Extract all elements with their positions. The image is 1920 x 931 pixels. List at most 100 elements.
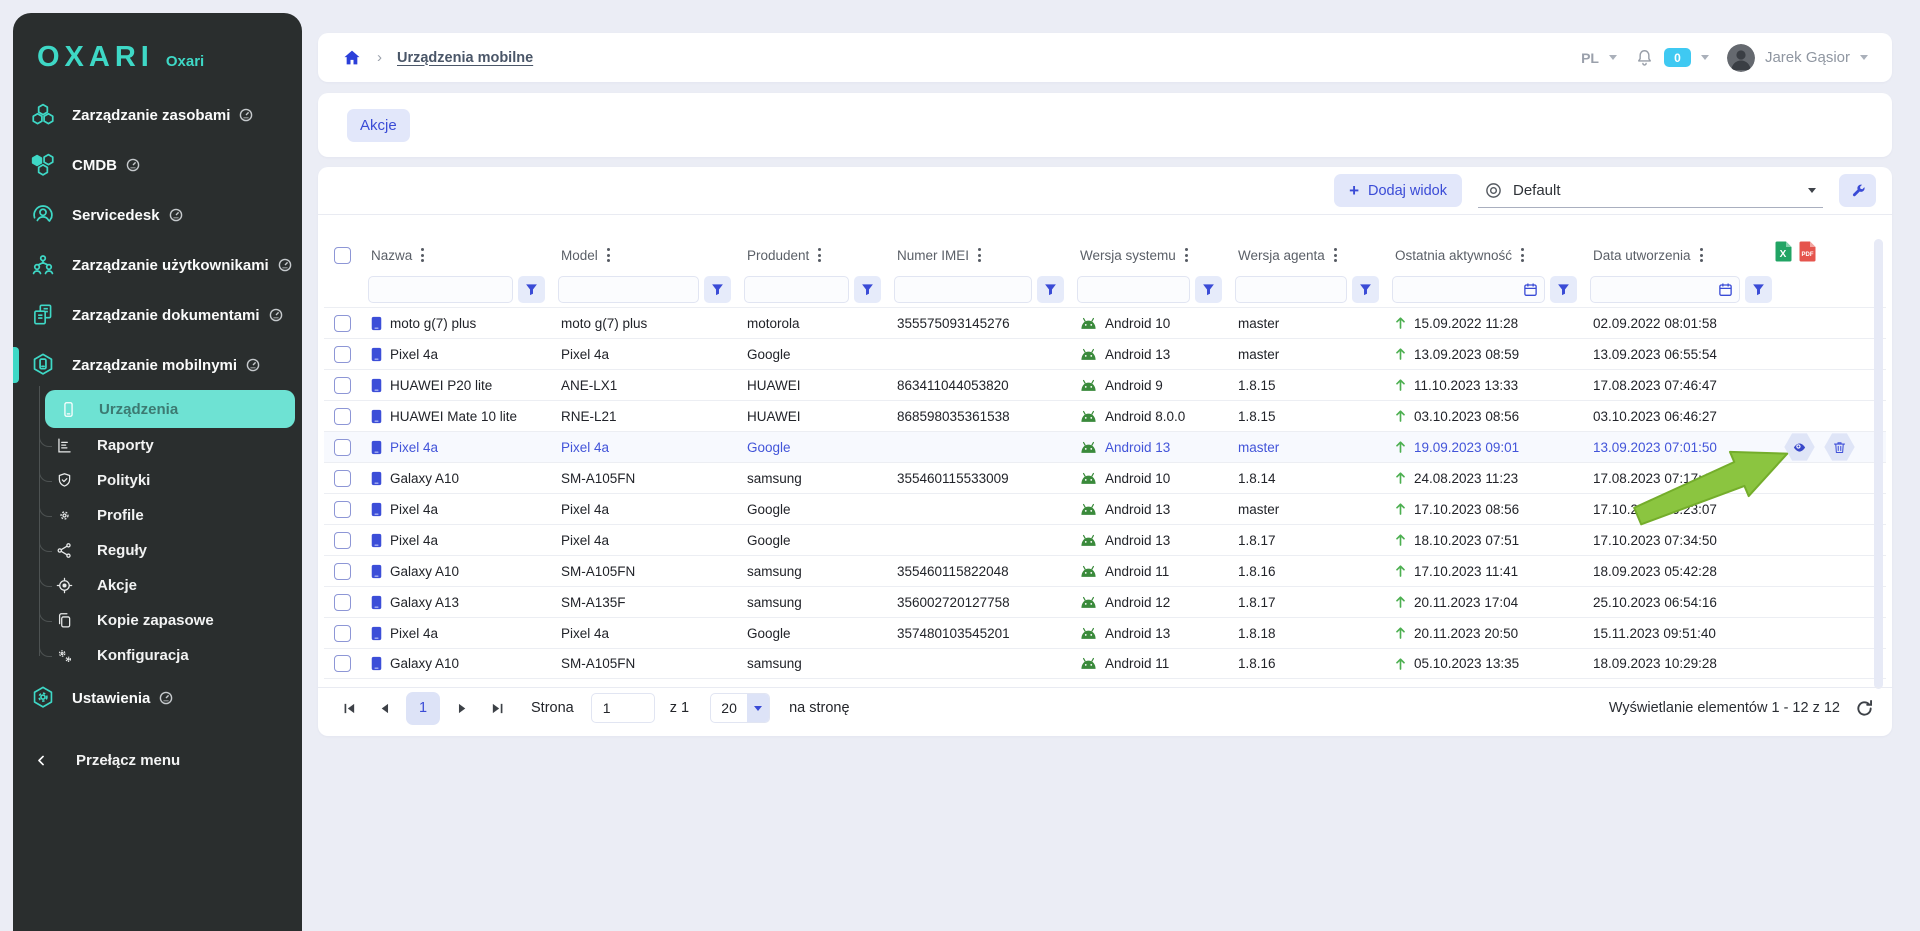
kebab-menu-icon[interactable] xyxy=(419,246,426,264)
per-page-select[interactable]: 20 xyxy=(710,693,770,723)
preview-eye-button[interactable] xyxy=(1784,433,1815,462)
sidebar-item-servicedesk[interactable]: Servicedesk xyxy=(13,190,302,240)
page-input[interactable]: 1 xyxy=(591,693,655,723)
excel-export-icon[interactable]: X xyxy=(1775,241,1792,262)
row-checkbox[interactable] xyxy=(334,563,351,580)
kebab-menu-icon[interactable] xyxy=(605,246,612,264)
oxari-logo[interactable]: OXARI Oxari xyxy=(13,13,302,74)
sidebar-subitem-urzadzenia[interactable]: Urządzenia xyxy=(45,390,295,428)
kebab-menu-icon[interactable] xyxy=(1698,246,1705,264)
vertical-scrollbar[interactable] xyxy=(1874,239,1883,689)
chevron-down-icon[interactable] xyxy=(1609,55,1617,60)
select-all-checkbox[interactable] xyxy=(334,247,351,264)
filter-input-wersja-systemu[interactable] xyxy=(1077,276,1190,303)
table-row[interactable]: moto g(7) plusmoto g(7) plusmotorola3555… xyxy=(324,307,1886,338)
row-checkbox[interactable] xyxy=(334,377,351,394)
sidebar-subitem-akcje[interactable]: Akcje xyxy=(13,568,302,603)
filter-funnel-button[interactable] xyxy=(1195,276,1222,303)
filter-input-model[interactable] xyxy=(558,276,699,303)
calendar-icon[interactable] xyxy=(1523,282,1538,297)
sidebar-item-cmdb[interactable]: CMDB xyxy=(13,140,302,190)
language-selector[interactable]: PL xyxy=(1581,50,1599,66)
next-page-icon[interactable] xyxy=(449,695,475,721)
kebab-menu-icon[interactable] xyxy=(1183,246,1190,264)
filter-funnel-button[interactable] xyxy=(854,276,881,303)
column-header-producent[interactable]: Produdent xyxy=(736,246,886,264)
table-row[interactable]: Pixel 4aPixel 4aGoogle357480103545201And… xyxy=(324,617,1886,648)
sidebar-item-zasoby[interactable]: Zarządzanie zasobami xyxy=(13,90,302,140)
page-number-button[interactable]: 1 xyxy=(406,692,440,725)
kebab-menu-icon[interactable] xyxy=(1519,246,1526,264)
sidebar-subitem-profile[interactable]: Profile xyxy=(13,498,302,533)
sidebar-subitem-kopie[interactable]: Kopie zapasowe xyxy=(13,603,302,638)
row-checkbox[interactable] xyxy=(334,532,351,549)
filter-funnel-button[interactable] xyxy=(1745,276,1772,303)
first-page-icon[interactable] xyxy=(336,695,362,721)
table-row[interactable]: Pixel 4aPixel 4aGoogleAndroid 13master17… xyxy=(324,493,1886,524)
filter-funnel-button[interactable] xyxy=(1550,276,1577,303)
row-checkbox[interactable] xyxy=(334,439,351,456)
table-row[interactable]: HUAWEI P20 liteANE-LX1HUAWEI863411044053… xyxy=(324,369,1886,400)
filter-funnel-button[interactable] xyxy=(704,276,731,303)
row-checkbox[interactable] xyxy=(334,315,351,332)
avatar[interactable] xyxy=(1727,44,1755,72)
row-checkbox[interactable] xyxy=(334,594,351,611)
home-icon[interactable] xyxy=(342,48,362,68)
filter-funnel-button[interactable] xyxy=(1037,276,1064,303)
view-select[interactable]: Default xyxy=(1478,174,1823,208)
refresh-icon[interactable] xyxy=(1855,699,1874,718)
column-header-data-utworzenia[interactable]: Data utworzenia xyxy=(1582,246,1777,264)
row-checkbox[interactable] xyxy=(334,501,351,518)
row-checkbox[interactable] xyxy=(334,625,351,642)
filter-funnel-button[interactable] xyxy=(518,276,545,303)
add-view-button[interactable]: + Dodaj widok xyxy=(1334,174,1462,207)
delete-trash-button[interactable] xyxy=(1824,433,1855,462)
chevron-down-icon[interactable] xyxy=(1701,55,1709,60)
filter-input-data-utworzenia[interactable] xyxy=(1590,276,1740,303)
kebab-menu-icon[interactable] xyxy=(1332,246,1339,264)
sidebar-subitem-raporty[interactable]: Raporty xyxy=(13,428,302,463)
filter-input-ostatnia-aktywnosc[interactable] xyxy=(1392,276,1545,303)
filter-input-wersja-agenta[interactable] xyxy=(1235,276,1347,303)
table-row[interactable]: Galaxy A10SM-A105FNsamsungAndroid 111.8.… xyxy=(324,648,1886,679)
table-row[interactable]: Galaxy A10SM-A105FNsamsung35546011582204… xyxy=(324,555,1886,586)
column-header-wersja-agenta[interactable]: Wersja agenta xyxy=(1227,246,1384,264)
sidebar-subitem-polityki[interactable]: Polityki xyxy=(13,463,302,498)
filter-funnel-button[interactable] xyxy=(1352,276,1379,303)
table-row[interactable]: Galaxy A10SM-A105FNsamsung35546011553300… xyxy=(324,462,1886,493)
calendar-icon[interactable] xyxy=(1718,282,1733,297)
sidebar-item-uzytkownicy[interactable]: Zarządzanie użytkownikami xyxy=(13,240,302,290)
table-row[interactable]: Pixel 4aPixel 4aGoogleAndroid 13master19… xyxy=(324,431,1886,462)
table-row[interactable]: Pixel 4aPixel 4aGoogleAndroid 131.8.1718… xyxy=(324,524,1886,555)
user-name[interactable]: Jarek Gąsior xyxy=(1765,49,1850,66)
last-page-icon[interactable] xyxy=(484,695,510,721)
row-checkbox[interactable] xyxy=(334,655,351,672)
column-header-wersja-systemu[interactable]: Wersja systemu xyxy=(1069,246,1227,264)
kebab-menu-icon[interactable] xyxy=(816,246,823,264)
settings-wrench-button[interactable] xyxy=(1839,174,1876,207)
breadcrumb-page-link[interactable]: Urządzenia mobilne xyxy=(397,50,533,66)
sidebar-subitem-konfiguracja[interactable]: Konfiguracja xyxy=(13,638,302,673)
bell-icon[interactable] xyxy=(1635,48,1654,67)
sidebar-item-ustawienia[interactable]: Ustawienia xyxy=(13,673,302,723)
akcje-button[interactable]: Akcje xyxy=(347,109,410,142)
filter-input-nazwa[interactable] xyxy=(368,276,513,303)
chevron-down-icon[interactable] xyxy=(1860,55,1868,60)
kebab-menu-icon[interactable] xyxy=(976,246,983,264)
row-checkbox[interactable] xyxy=(334,408,351,425)
filter-input-producent[interactable] xyxy=(744,276,849,303)
sidebar-item-mobilne[interactable]: Zarządzanie mobilnymi xyxy=(13,340,302,390)
row-checkbox[interactable] xyxy=(334,346,351,363)
sidebar-toggle-menu[interactable]: Przełącz menu xyxy=(13,735,302,785)
pdf-export-icon[interactable]: PDF xyxy=(1799,241,1816,262)
table-row[interactable]: HUAWEI Mate 10 liteRNE-L21HUAWEI86859803… xyxy=(324,400,1886,431)
previous-page-icon[interactable] xyxy=(371,695,397,721)
column-header-ostatnia-aktywnosc[interactable]: Ostatnia aktywność xyxy=(1384,246,1582,264)
sidebar-subitem-reguly[interactable]: Reguły xyxy=(13,533,302,568)
notification-badge[interactable]: 0 xyxy=(1664,48,1691,67)
table-row[interactable]: Pixel 4aPixel 4aGoogleAndroid 13master13… xyxy=(324,338,1886,369)
row-checkbox[interactable] xyxy=(334,470,351,487)
column-header-imei[interactable]: Numer IMEI xyxy=(886,246,1069,264)
column-header-nazwa[interactable]: Nazwa xyxy=(360,246,550,264)
sidebar-item-dokumenty[interactable]: Zarządzanie dokumentami xyxy=(13,290,302,340)
